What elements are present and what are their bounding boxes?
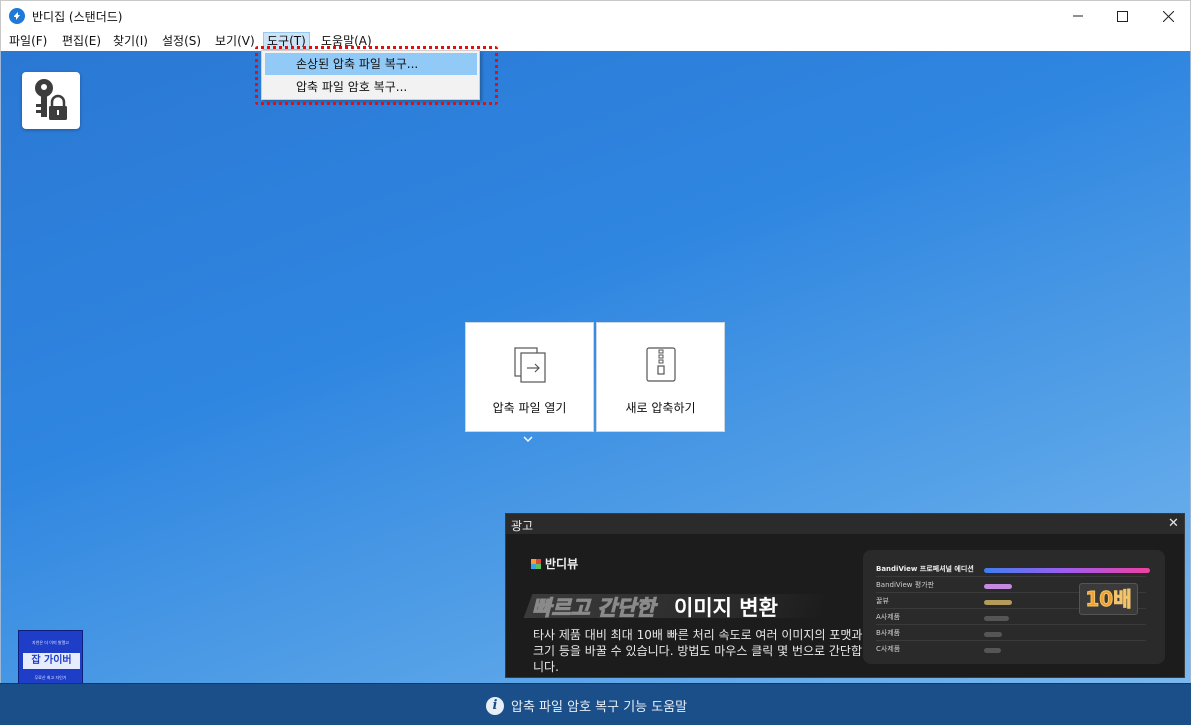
bar-row: BandiView 프로페셔널 에디션 bbox=[876, 564, 1156, 578]
menu-bar: 파일(F) 편집(E) 찾기(I) 설정(S) 보기(V) 도구(T) 도움말(… bbox=[0, 30, 1191, 51]
window-title: 반디집 (스탠더드) bbox=[32, 10, 123, 24]
open-archive-label: 압축 파일 열기 bbox=[492, 401, 567, 415]
bandizip-app-icon bbox=[9, 8, 25, 24]
ad-description: 타사 제품 대비 최대 10배 빠른 처리 속도로 여러 이미지의 포맷과 크기… bbox=[533, 628, 863, 674]
bar-label: B사제품 bbox=[876, 629, 901, 637]
chevron-down-icon[interactable] bbox=[522, 435, 534, 446]
bandiview-logo: 반디뷰 bbox=[531, 555, 578, 572]
bar-row: C사제품 bbox=[876, 644, 1156, 658]
watermark-sub-text: 무료산 최고 자인거 bbox=[34, 675, 67, 680]
bar bbox=[984, 600, 1012, 605]
bandiview-logo-icon bbox=[531, 558, 541, 569]
minimize-button[interactable] bbox=[1055, 1, 1101, 31]
menu-settings[interactable]: 설정(S) bbox=[159, 32, 204, 50]
bar bbox=[984, 616, 1009, 621]
open-archive-icon bbox=[514, 347, 546, 383]
bar bbox=[984, 648, 1001, 653]
ad-speed-chart: BandiView 프로페셔널 에디션 BandiView 평가판 꿀뷰 A사제… bbox=[863, 550, 1165, 664]
title-bar: 반디집 (스탠더드) bbox=[0, 0, 1191, 30]
menu-edit[interactable]: 편집(E) bbox=[59, 32, 104, 50]
ad-headline-a: 빠르고 간단한 bbox=[531, 596, 656, 621]
bar bbox=[984, 584, 1012, 589]
new-archive-button[interactable]: 새로 압축하기 bbox=[596, 322, 725, 432]
watermark-brand: 잡 가이버 bbox=[31, 655, 72, 666]
close-button[interactable] bbox=[1145, 1, 1191, 31]
menu-view[interactable]: 보기(V) bbox=[212, 32, 258, 50]
bar bbox=[984, 632, 1002, 637]
ad-header-label: 광고 bbox=[511, 519, 534, 533]
ad-brand: 반디뷰 bbox=[545, 557, 579, 571]
bar bbox=[984, 568, 1150, 573]
bar-label: A사제품 bbox=[876, 613, 901, 621]
maximize-button[interactable] bbox=[1099, 1, 1145, 31]
ad-headline-b: 이미지 변환 bbox=[674, 596, 778, 620]
bar-label: BandiView 프로페셔널 에디션 bbox=[876, 565, 974, 573]
watermark-top-text: 자연은 더 이미 발열고 bbox=[32, 640, 69, 645]
bar-row: B사제품 bbox=[876, 628, 1156, 642]
highlight-annotation-box bbox=[255, 46, 498, 105]
ad-header: 광고 ✕ bbox=[506, 514, 1184, 534]
status-help-link[interactable]: 압축 파일 암호 복구 기능 도움말 bbox=[511, 696, 687, 715]
zip-file-icon bbox=[646, 347, 676, 382]
password-manager-button[interactable] bbox=[22, 72, 80, 129]
status-bar: i 압축 파일 암호 복구 기능 도움말 bbox=[0, 683, 1191, 725]
ad-headline: 빠르고 간단한 이미지 변환 bbox=[523, 592, 831, 622]
bar-label: BandiView 평가판 bbox=[876, 581, 935, 589]
speed-badge: 10배 bbox=[1079, 583, 1138, 615]
menu-find[interactable]: 찾기(I) bbox=[110, 32, 151, 50]
bar-label: C사제품 bbox=[876, 645, 901, 653]
key-lock-icon bbox=[35, 79, 67, 120]
menu-file[interactable]: 파일(F) bbox=[6, 32, 50, 50]
info-icon: i bbox=[486, 696, 504, 715]
ad-close-button[interactable]: ✕ bbox=[1168, 516, 1179, 531]
new-archive-label: 새로 압축하기 bbox=[625, 401, 696, 415]
open-archive-button[interactable]: 압축 파일 열기 bbox=[465, 322, 594, 432]
ad-panel: 광고 ✕ 반디뷰 빠르고 간단한 이미지 변환 타사 제품 대비 최대 10배 … bbox=[505, 513, 1185, 678]
bar-label: 꿀뷰 bbox=[876, 597, 889, 605]
